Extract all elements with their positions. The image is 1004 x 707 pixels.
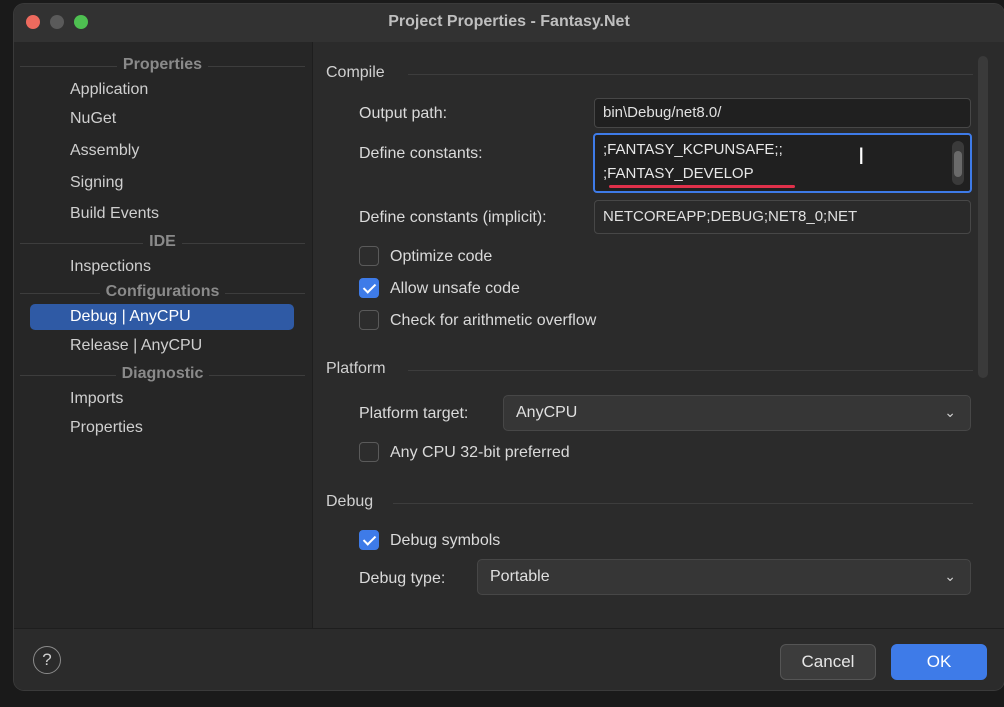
optimize-code-checkbox[interactable] bbox=[359, 246, 379, 266]
allow-unsafe-label: Allow unsafe code bbox=[390, 280, 520, 297]
define-constants-line: ;FANTASY_DEVELOP bbox=[603, 165, 754, 182]
sidebar-item-application[interactable]: Application bbox=[30, 77, 294, 103]
allow-unsafe-checkbox[interactable] bbox=[359, 278, 379, 298]
debug-type-select[interactable]: Portable ⌄ bbox=[477, 559, 971, 595]
sidebar-item-release-anycpu[interactable]: Release | AnyCPU bbox=[30, 333, 294, 359]
section-divider bbox=[408, 74, 973, 75]
platform-target-select[interactable]: AnyCPU ⌄ bbox=[503, 395, 971, 431]
prefer-32bit-checkbox[interactable] bbox=[359, 442, 379, 462]
section-debug: Debug bbox=[326, 493, 374, 510]
section-platform: Platform bbox=[326, 360, 386, 377]
section-divider bbox=[408, 370, 973, 371]
define-constants-label: Define constants: bbox=[359, 145, 483, 162]
settings-panel: Compile Output path: bin\Debug/net8.0/ D… bbox=[313, 42, 1004, 628]
sidebar-item-signing[interactable]: Signing bbox=[30, 170, 294, 196]
chevron-down-icon: ⌄ bbox=[944, 569, 956, 585]
section-compile: Compile bbox=[326, 64, 385, 81]
prefer-32bit-label: Any CPU 32-bit preferred bbox=[390, 444, 570, 461]
sidebar-group-configurations: Configurations bbox=[20, 283, 305, 301]
sidebar-group-properties: Properties bbox=[20, 56, 305, 74]
debug-type-label: Debug type: bbox=[359, 570, 446, 587]
arithmetic-overflow-label: Check for arithmetic overflow bbox=[390, 312, 597, 329]
sidebar-item-properties[interactable]: Properties bbox=[30, 415, 294, 441]
sidebar-item-nuget[interactable]: NuGet bbox=[30, 106, 294, 132]
sidebar-item-debug-anycpu[interactable]: Debug | AnyCPU bbox=[30, 304, 294, 330]
sidebar-item-build-events[interactable]: Build Events bbox=[30, 201, 294, 227]
debug-symbols-checkbox[interactable] bbox=[359, 530, 379, 550]
define-constants-line: ;FANTASY_KCPUNSAFE;; bbox=[603, 141, 783, 158]
dialog-footer: ? Cancel OK bbox=[14, 628, 1004, 690]
sidebar-group-ide: IDE bbox=[20, 233, 305, 251]
arithmetic-overflow-checkbox[interactable] bbox=[359, 310, 379, 330]
window-title: Project Properties - Fantasy.Net bbox=[388, 13, 630, 30]
cancel-button[interactable]: Cancel bbox=[780, 644, 876, 680]
title-bar: Project Properties - Fantasy.Net bbox=[14, 4, 1004, 43]
output-path-input[interactable]: bin\Debug/net8.0/ bbox=[594, 98, 971, 128]
text-cursor-icon: I bbox=[858, 145, 865, 170]
optimize-code-label: Optimize code bbox=[390, 248, 493, 265]
define-implicit-value: NETCOREAPP;DEBUG;NET8_0;NET bbox=[594, 200, 971, 234]
sidebar-item-inspections[interactable]: Inspections bbox=[30, 254, 294, 280]
platform-target-value: AnyCPU bbox=[516, 404, 578, 421]
section-divider bbox=[393, 503, 973, 504]
define-constants-textarea[interactable]: ;FANTASY_KCPUNSAFE;; ;FANTASY_DEVELOP I bbox=[593, 133, 972, 193]
chevron-down-icon: ⌄ bbox=[944, 405, 956, 421]
panel-scrollbar[interactable] bbox=[978, 56, 988, 378]
spelling-underline bbox=[609, 185, 795, 188]
debug-type-value: Portable bbox=[490, 568, 550, 585]
debug-symbols-label: Debug symbols bbox=[390, 532, 501, 549]
textarea-scrollbar[interactable] bbox=[952, 141, 964, 185]
define-implicit-label: Define constants (implicit): bbox=[359, 209, 547, 226]
platform-target-label: Platform target: bbox=[359, 405, 469, 422]
ok-button[interactable]: OK bbox=[891, 644, 987, 680]
sidebar-item-imports[interactable]: Imports bbox=[30, 386, 294, 412]
help-button[interactable]: ? bbox=[33, 646, 61, 674]
output-path-label: Output path: bbox=[359, 105, 448, 122]
sidebar-group-diagnostic: Diagnostic bbox=[20, 365, 305, 383]
sidebar: Properties Application NuGet Assembly Si… bbox=[14, 42, 313, 628]
sidebar-item-assembly[interactable]: Assembly bbox=[30, 138, 294, 164]
project-properties-dialog: Project Properties - Fantasy.Net Propert… bbox=[14, 4, 1004, 690]
